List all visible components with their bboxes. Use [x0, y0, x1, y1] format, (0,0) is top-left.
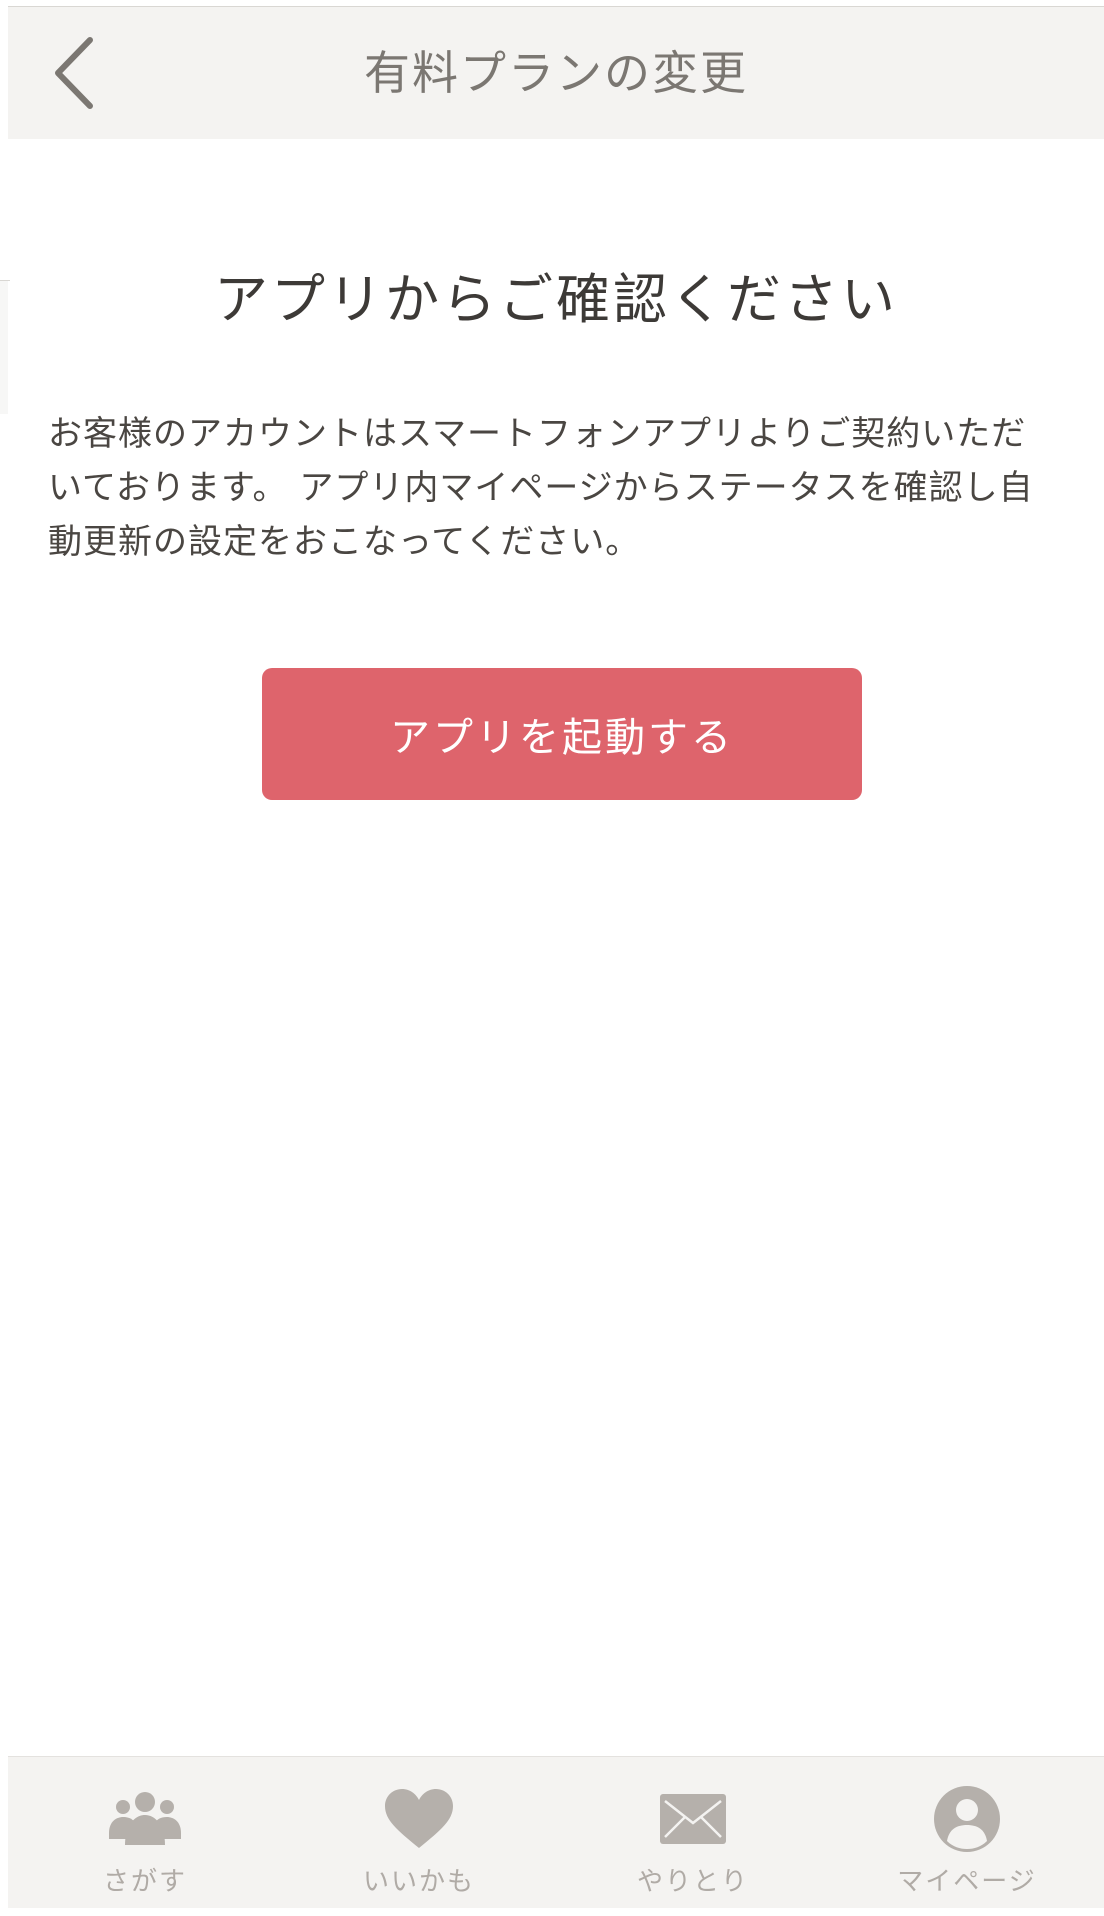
- tab-likes[interactable]: いいかも: [282, 1757, 556, 1909]
- chevron-left-icon: [55, 37, 93, 109]
- edge-shadow: [0, 280, 8, 414]
- header-bar: 有料プランの変更: [8, 6, 1104, 139]
- tab-search[interactable]: さがす: [8, 1757, 282, 1909]
- content-heading: アプリからご確認ください: [214, 268, 898, 331]
- back-button[interactable]: [38, 33, 108, 113]
- screen: 有料プランの変更 アプリからご確認ください お客様のアカウントはスマートフォンア…: [0, 0, 1104, 1916]
- heart-icon: [379, 1787, 459, 1851]
- people-icon: [105, 1787, 185, 1851]
- tab-label: やりとり: [636, 1867, 749, 1897]
- bottom-tab-bar: さがす いいかも やりとり マイページ: [8, 1756, 1104, 1909]
- user-icon: [927, 1786, 1007, 1852]
- content-body: お客様のアカウントはスマートフォンアプリよりご契約いただいております。 アプリ内…: [48, 414, 1034, 562]
- tab-label: いいかも: [362, 1867, 475, 1897]
- envelope-icon: [653, 1787, 733, 1851]
- tab-messages[interactable]: やりとり: [556, 1757, 830, 1909]
- page-title: 有料プランの変更: [364, 46, 748, 100]
- bottom-edge: [0, 1908, 1104, 1916]
- tab-mypage[interactable]: マイページ: [830, 1757, 1104, 1909]
- launch-app-button[interactable]: アプリを起動する: [262, 668, 862, 800]
- tab-label: さがす: [102, 1867, 187, 1897]
- tab-label: マイページ: [897, 1867, 1037, 1897]
